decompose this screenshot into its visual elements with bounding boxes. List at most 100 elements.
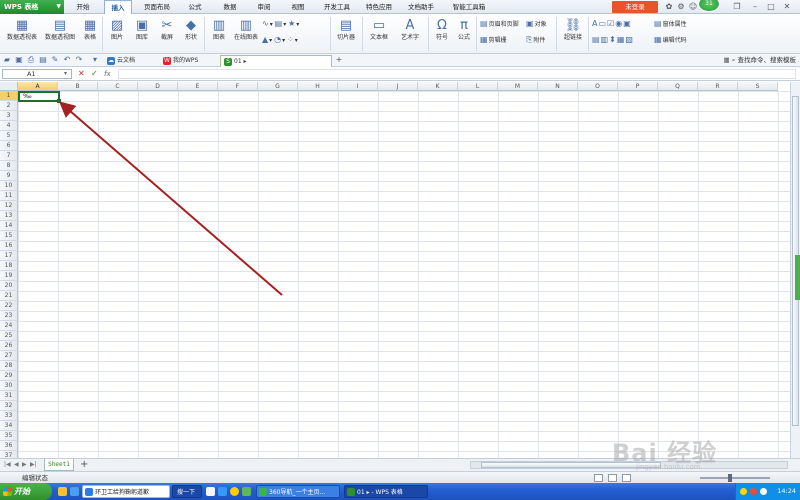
menu-insert[interactable]: 插入 <box>104 0 132 15</box>
hyperlink-button[interactable]: ⛓ 超链接 <box>560 18 586 42</box>
menu-page-layout[interactable]: 页面布局 <box>140 0 174 14</box>
row-header[interactable]: 33 <box>0 411 18 421</box>
desktop-icon[interactable] <box>70 487 79 496</box>
row-header[interactable]: 24 <box>0 321 18 331</box>
side-panel-handle[interactable] <box>795 255 800 300</box>
save-icon[interactable]: ▣ <box>14 55 24 65</box>
line-chart-button[interactable]: ∿▾ ▤▾ ★▾ <box>262 19 299 28</box>
column-header[interactable]: D <box>138 82 178 91</box>
notification-badge[interactable]: 31 <box>698 0 720 12</box>
row-header[interactable]: 36 <box>0 441 18 451</box>
sheet-tab-sheet1[interactable]: Sheet1 <box>44 459 74 471</box>
row-header[interactable]: 30 <box>0 381 18 391</box>
column-header[interactable]: F <box>218 82 258 91</box>
media-icon[interactable] <box>242 487 251 496</box>
select-all-corner[interactable] <box>0 82 18 91</box>
window-restore-icon[interactable]: ❐ <box>732 2 742 12</box>
clock[interactable]: 14:24 <box>777 483 796 500</box>
cancel-icon[interactable]: ✕ <box>78 69 85 79</box>
column-header[interactable]: N <box>538 82 578 91</box>
row-header[interactable]: 9 <box>0 171 18 181</box>
menu-developer[interactable]: 开发工具 <box>320 0 354 14</box>
menu-formula[interactable]: 公式 <box>183 0 207 14</box>
menu-data[interactable]: 数据 <box>218 0 242 14</box>
cell-area[interactable] <box>18 91 800 458</box>
chart-button[interactable]: ▥ 图表 <box>208 18 230 42</box>
row-header[interactable]: 3 <box>0 111 18 121</box>
format-painter-icon[interactable]: ✎ <box>50 55 60 65</box>
pivot-chart-button[interactable]: ▤ 数据透视图 <box>42 18 78 42</box>
taskbar-item-360[interactable]: 360导航_一个主页... <box>256 485 340 498</box>
row-header[interactable]: 25 <box>0 331 18 341</box>
column-header[interactable]: B <box>58 82 98 91</box>
last-sheet-icon[interactable]: ▶| <box>30 461 37 468</box>
column-header[interactable]: H <box>298 82 338 91</box>
column-header[interactable]: S <box>738 82 778 91</box>
chevron-down-icon[interactable]: ▾ <box>64 69 67 79</box>
form-properties-button[interactable]: ▤窗体属性 <box>654 19 687 28</box>
column-header[interactable]: A <box>18 82 58 91</box>
online-chart-button[interactable]: ▥ 在线图表 <box>232 18 260 42</box>
name-box[interactable]: A1 <box>2 69 72 79</box>
close-icon[interactable]: ✕ <box>782 2 792 12</box>
edit-code-button[interactable]: ▦编辑代码 <box>654 35 687 44</box>
column-header[interactable]: J <box>378 82 418 91</box>
header-footer-button[interactable]: ▤页眉和页脚 <box>480 19 519 28</box>
column-header[interactable]: L <box>458 82 498 91</box>
row-header[interactable]: 11 <box>0 191 18 201</box>
clip-button[interactable]: ▦剪辑栅 <box>480 35 507 44</box>
normal-view-icon[interactable] <box>594 474 603 482</box>
row-header[interactable]: 2 <box>0 101 18 111</box>
pivot-table-button[interactable]: ▦ 数据透视表 <box>4 18 40 42</box>
login-button[interactable]: 未登录 <box>612 1 658 13</box>
row-header[interactable]: 10 <box>0 181 18 191</box>
maximize-icon[interactable]: □ <box>766 2 776 12</box>
screenshot-button[interactable]: ✂ 截屏 <box>156 18 178 42</box>
skin-icon[interactable]: ✿ <box>664 2 674 12</box>
settings-icon[interactable]: ⚙ <box>676 2 686 12</box>
row-header[interactable]: 18 <box>0 261 18 271</box>
ie-quick-icon[interactable] <box>206 487 215 496</box>
table-button[interactable]: ▦ 表格 <box>80 18 100 42</box>
minimize-icon[interactable]: – <box>750 2 760 12</box>
row-header[interactable]: 6 <box>0 141 18 151</box>
form-controls-row-2[interactable]: ▤▥⬍▦▧ <box>592 35 634 44</box>
symbol-button[interactable]: Ω 符号 <box>432 18 452 42</box>
chevron-down-icon[interactable]: ▾ <box>90 55 100 65</box>
column-header[interactable]: M <box>498 82 538 91</box>
column-header[interactable]: O <box>578 82 618 91</box>
row-header[interactable]: 7 <box>0 151 18 161</box>
column-header[interactable]: R <box>698 82 738 91</box>
column-header[interactable]: P <box>618 82 658 91</box>
row-header[interactable]: 5 <box>0 131 18 141</box>
active-cell-a1[interactable]: ‰ <box>18 91 61 103</box>
folder-quick-icon[interactable] <box>218 487 227 496</box>
qq-icon[interactable] <box>230 487 239 496</box>
row-header[interactable]: 29 <box>0 371 18 381</box>
redo-icon[interactable]: ↷ <box>74 55 84 65</box>
column-header[interactable]: E <box>178 82 218 91</box>
column-header[interactable]: I <box>338 82 378 91</box>
taskbar-item-news[interactable]: 环卫工给狗鞠躬道歉 <box>82 485 170 498</box>
gallery-button[interactable]: ▣ 图库 <box>130 18 154 42</box>
tray-icon-1[interactable] <box>740 488 747 495</box>
picture-button[interactable]: ▨ 图片 <box>106 18 128 42</box>
menu-view[interactable]: 视图 <box>286 0 310 14</box>
row-header[interactable]: 21 <box>0 291 18 301</box>
prev-sheet-icon[interactable]: ◀ <box>14 461 19 468</box>
undo-icon[interactable]: ↶ <box>62 55 72 65</box>
column-header[interactable]: K <box>418 82 458 91</box>
start-button[interactable]: 开始 <box>0 483 52 500</box>
shapes-button[interactable]: ◆ 形状 <box>180 18 202 42</box>
column-header[interactable]: G <box>258 82 298 91</box>
print-preview-icon[interactable]: ▤ <box>38 55 48 65</box>
row-header[interactable]: 8 <box>0 161 18 171</box>
row-header[interactable]: 4 <box>0 121 18 131</box>
row-header[interactable]: 13 <box>0 211 18 221</box>
open-folder-icon[interactable]: ▰ <box>2 55 12 65</box>
volume-icon[interactable] <box>760 488 767 495</box>
row-header[interactable]: 19 <box>0 271 18 281</box>
tab-cloud-doc[interactable]: ☁ 云文档 <box>104 55 156 67</box>
taskbar-item-wps[interactable]: 01 ▸ - WPS 表格 <box>344 485 428 498</box>
attachment-button[interactable]: ⎘附件 <box>526 35 545 45</box>
